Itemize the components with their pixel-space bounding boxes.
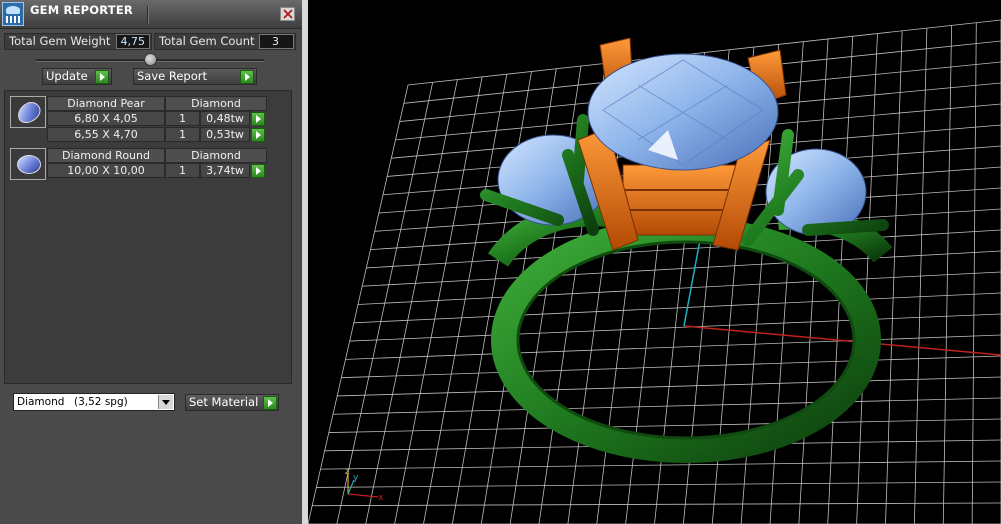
gem-reporter-app-icon xyxy=(2,2,24,26)
update-button[interactable]: Update xyxy=(42,68,112,85)
gem-qty: 1 xyxy=(165,127,200,142)
material-name: Diamond xyxy=(17,396,65,408)
close-button[interactable] xyxy=(280,7,295,21)
gem-qty: 1 xyxy=(165,111,200,126)
save-report-button-label: Save Report xyxy=(137,69,208,83)
gem-qty: 1 xyxy=(165,163,200,178)
gem-group-name: Diamond Round xyxy=(47,148,165,163)
gem-list: Diamond Pear Diamond 6,80 X 4,05 1 0,48t… xyxy=(4,90,292,384)
gem-group-material: Diamond xyxy=(165,148,267,163)
ring-shank xyxy=(491,217,881,463)
material-dropdown[interactable]: Diamond (3,52 spg) xyxy=(13,393,175,411)
x-axis-line xyxy=(683,325,1001,356)
axis-gizmo-z-label: z xyxy=(345,467,350,477)
axis-gizmo-x-label: x xyxy=(378,493,384,503)
gem-weight: 0,48tw xyxy=(200,111,250,126)
material-spg: (3,52 spg) xyxy=(74,396,128,408)
update-go-icon xyxy=(95,70,109,84)
set-material-button[interactable]: Set Material xyxy=(185,394,279,411)
gem-group-material: Diamond xyxy=(165,96,267,111)
close-icon xyxy=(283,9,293,19)
gem-group-name: Diamond Pear xyxy=(47,96,165,111)
window-title: GEM REPORTER xyxy=(30,3,133,17)
axis-gizmo-y-label: y xyxy=(353,473,359,483)
set-material-go-icon xyxy=(263,396,277,410)
gem-weight: 0,53tw xyxy=(200,127,250,142)
total-count-value: 3 xyxy=(259,34,294,49)
save-report-button[interactable]: Save Report xyxy=(133,68,257,85)
title-bar[interactable]: GEM REPORTER xyxy=(0,0,302,29)
3d-viewport[interactable]: x y z xyxy=(308,0,1001,524)
y-axis-line xyxy=(683,239,701,327)
gem-row-go-button[interactable] xyxy=(251,112,265,126)
gem-row-go-button[interactable] xyxy=(251,128,265,142)
gem-size: 6,55 X 4,70 xyxy=(47,127,165,142)
chevron-down-icon[interactable] xyxy=(158,395,173,409)
gem-reporter-panel: GEM REPORTER Total Gem Weight 4,75 Total… xyxy=(0,0,302,524)
ring-render: x y z xyxy=(308,19,1001,524)
panel-splitter-handle[interactable] xyxy=(144,53,157,66)
pear-diamond-icon xyxy=(10,96,46,128)
total-weight-value: 4,75 xyxy=(116,34,150,49)
axis-gizmo: x y z xyxy=(345,467,384,503)
round-diamond-icon xyxy=(10,148,46,180)
save-report-go-icon xyxy=(240,70,254,84)
gem-weight: 3,74tw xyxy=(200,163,250,178)
gem-row-go-button[interactable] xyxy=(251,164,265,178)
title-divider xyxy=(147,6,148,24)
update-button-label: Update xyxy=(46,69,88,83)
gem-size: 10,00 X 10,00 xyxy=(47,163,165,178)
gem-size: 6,80 X 4,05 xyxy=(47,111,165,126)
set-material-button-label: Set Material xyxy=(189,395,259,409)
